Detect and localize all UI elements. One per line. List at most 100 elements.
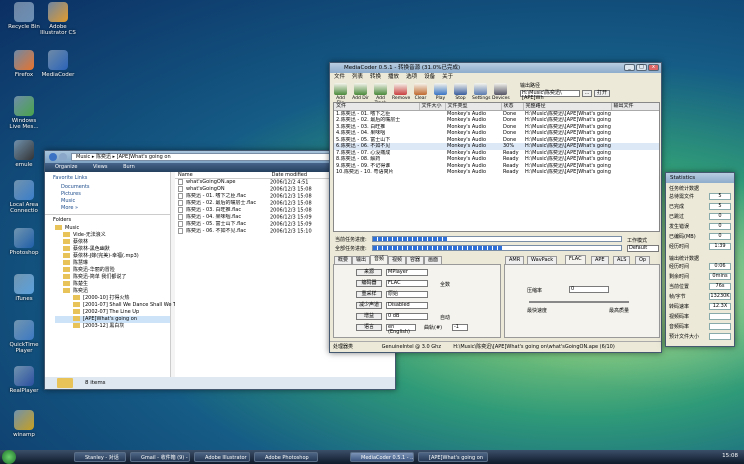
column-header[interactable]: 文件大小 — [419, 103, 446, 111]
work-mode-select[interactable]: Default — [627, 245, 659, 252]
menu-item[interactable]: 选项 — [406, 74, 417, 80]
field-select[interactable]: 原始 — [386, 291, 428, 298]
field-select[interactable]: en (English) — [386, 324, 416, 335]
field-select[interactable]: 0 dB — [386, 313, 428, 320]
desktop-icon[interactable]: Firefox — [6, 50, 42, 78]
folder-tree-item[interactable]: 陈奕迅-华丽的冒险 — [55, 267, 170, 274]
taskbar-item[interactable]: MediaCoder 0.5.1 - ... — [350, 452, 414, 462]
fav-link[interactable]: Documents — [45, 184, 170, 191]
column-header[interactable]: 文件类型 — [445, 103, 502, 111]
auto-checkbox[interactable]: 自动 — [440, 314, 450, 321]
field-select[interactable]: Disabled — [386, 302, 428, 309]
field-button[interactable]: 来源 — [356, 269, 382, 276]
menu-item[interactable]: 转换 — [370, 74, 381, 80]
breadcrumb-2[interactable]: [APE]What's going on — [117, 154, 171, 160]
field-select[interactable]: FLAC — [386, 280, 428, 287]
field-button[interactable]: 重采样 — [356, 291, 382, 298]
column-header[interactable]: 完整路径 — [523, 103, 612, 111]
tool-clear-button[interactable]: Clear — [412, 82, 429, 104]
tab-1[interactable]: WavPack — [527, 256, 558, 264]
burn-button[interactable]: Burn — [123, 164, 135, 170]
browse-button[interactable]: ... — [582, 90, 592, 97]
menu-item[interactable]: 文件 — [334, 74, 345, 80]
output-path-field[interactable]: H:\Music\陈奕迅\[APE]Wh — [520, 90, 580, 101]
tab-2[interactable]: 音频 — [370, 255, 389, 264]
tab-4[interactable]: ALS — [613, 256, 631, 264]
taskbar-item[interactable]: [APE]What's going on — [418, 452, 488, 462]
field-button[interactable]: 增益 — [356, 313, 382, 320]
desktop-icon[interactable]: RealPlayer — [6, 366, 42, 394]
address-bar[interactable]: Music ▸ 陈奕迅 ▸ [APE]What's going on — [71, 153, 331, 161]
table-row[interactable]: 10.陈奕迅 - 10. 粤语简片 Monkey's Audio Ready H:\M… — [334, 169, 659, 176]
fav-link[interactable]: More » — [45, 205, 170, 212]
column-header[interactable]: 文件 — [334, 103, 420, 111]
open-folder-button[interactable]: 打开 — [594, 90, 610, 97]
col-name[interactable]: Name — [175, 172, 270, 179]
folder-tree-item[interactable]: 陈慧琳 — [55, 260, 170, 267]
tab-0[interactable]: 概要 — [334, 256, 353, 264]
minimize-button[interactable]: _ — [624, 64, 635, 71]
maximize-button[interactable]: □ — [636, 64, 647, 71]
views-button[interactable]: Views — [93, 164, 107, 170]
back-button[interactable] — [49, 153, 57, 161]
tool-stop-button[interactable]: Stop — [452, 82, 469, 104]
menu-item[interactable]: 列表 — [352, 74, 363, 80]
fav-link[interactable]: Pictures — [45, 191, 170, 198]
folder-tree-item[interactable]: 蔡依林 — [55, 239, 170, 246]
tool-add-file-button[interactable]: Add File — [332, 82, 349, 106]
tool-play-button[interactable]: Play — [432, 82, 449, 104]
tab-2[interactable]: FLAC — [565, 255, 586, 264]
desktop-icon[interactable]: Photoshop — [6, 228, 42, 256]
breadcrumb-1[interactable]: 陈奕迅 — [96, 154, 111, 160]
breadcrumb-0[interactable]: Music — [76, 154, 90, 160]
desktop-icon[interactable]: QuickTime Player — [6, 320, 42, 354]
folder-tree-item[interactable]: Music — [55, 225, 170, 232]
desktop-icon[interactable]: Recycle Bin — [6, 2, 42, 30]
fav-link[interactable]: Music — [45, 198, 170, 205]
tool-devices-button[interactable]: Devices — [492, 82, 510, 104]
column-header[interactable]: 状态 — [501, 103, 524, 111]
tool-settings-button[interactable]: Settings — [472, 82, 490, 104]
folder-tree-item[interactable]: [2002-07] The Line Up — [55, 309, 170, 316]
folder-tree-item[interactable]: Vide-无法浪义 — [55, 232, 170, 239]
field-button[interactable]: 编码器 — [356, 280, 382, 287]
field-button[interactable]: 减少声道 — [356, 302, 382, 309]
field-select[interactable]: MPlayer — [386, 269, 428, 276]
folder-tree-item[interactable]: [APE]What's going on — [55, 316, 170, 323]
organize-button[interactable]: Organize — [55, 164, 77, 170]
column-header[interactable]: 输出文件 — [611, 103, 659, 111]
taskbar-item[interactable]: Gmail - 收件箱 (9) - ... — [130, 452, 190, 462]
menu-item[interactable]: 设备 — [424, 74, 435, 80]
track-field[interactable]: -1 — [452, 324, 468, 331]
folders-title[interactable]: Folders — [45, 214, 170, 225]
compress-slider[interactable] — [529, 301, 629, 303]
close-button[interactable]: x — [648, 64, 659, 71]
desktop-icon[interactable]: MediaCoder — [40, 50, 76, 78]
table-row[interactable]: 1.陈奕迅 - 01. 嗜下之臣 Monkey's Audio Done H:\Mus… — [334, 110, 659, 117]
folder-tree-item[interactable]: [2003-12] 黑白灰 — [55, 323, 170, 330]
desktop-icon[interactable]: Local Area Connectio — [6, 180, 42, 214]
tab-0[interactable]: AMR — [505, 256, 525, 264]
taskbar-item[interactable]: Adobe Photoshop — [254, 452, 318, 462]
folder-tree-item[interactable]: [2000-10] 打得火热 — [55, 295, 170, 302]
folder-tree-item[interactable]: 蔡依林-J嫁(完美)-幸福(.mp3) — [55, 253, 170, 260]
tool-remove-button[interactable]: Remove — [392, 82, 410, 104]
folder-tree-item[interactable]: 陈奕迅 — [55, 288, 170, 295]
col-date[interactable]: Date modified — [272, 172, 307, 178]
tab-3[interactable]: APE — [591, 256, 609, 264]
folder-tree-item[interactable]: 蔡依林-黑色幽默 — [55, 246, 170, 253]
compress-level-field[interactable]: 0 — [569, 286, 609, 293]
tab-5[interactable]: 画面 — [424, 256, 443, 264]
menu-item[interactable]: 关于 — [442, 74, 453, 80]
taskbar-item[interactable]: Stanley - 对话 — [74, 452, 126, 462]
field-button[interactable]: 语言 — [356, 324, 382, 331]
desktop-icon[interactable]: emule — [6, 140, 42, 168]
start-button[interactable] — [2, 450, 16, 464]
fullrange-checkbox[interactable]: 全数 — [440, 281, 450, 288]
forward-button[interactable] — [59, 153, 67, 161]
taskbar-item[interactable]: Adobe Illustrator — [194, 452, 250, 462]
tool-add-dir-button[interactable]: Add Dir — [352, 82, 369, 104]
tab-4[interactable]: 容器 — [406, 256, 425, 264]
tab-3[interactable]: 视频 — [388, 256, 407, 264]
folder-tree-item[interactable]: [2001-07] Shall We Dance Shall We Talk — [55, 302, 183, 309]
